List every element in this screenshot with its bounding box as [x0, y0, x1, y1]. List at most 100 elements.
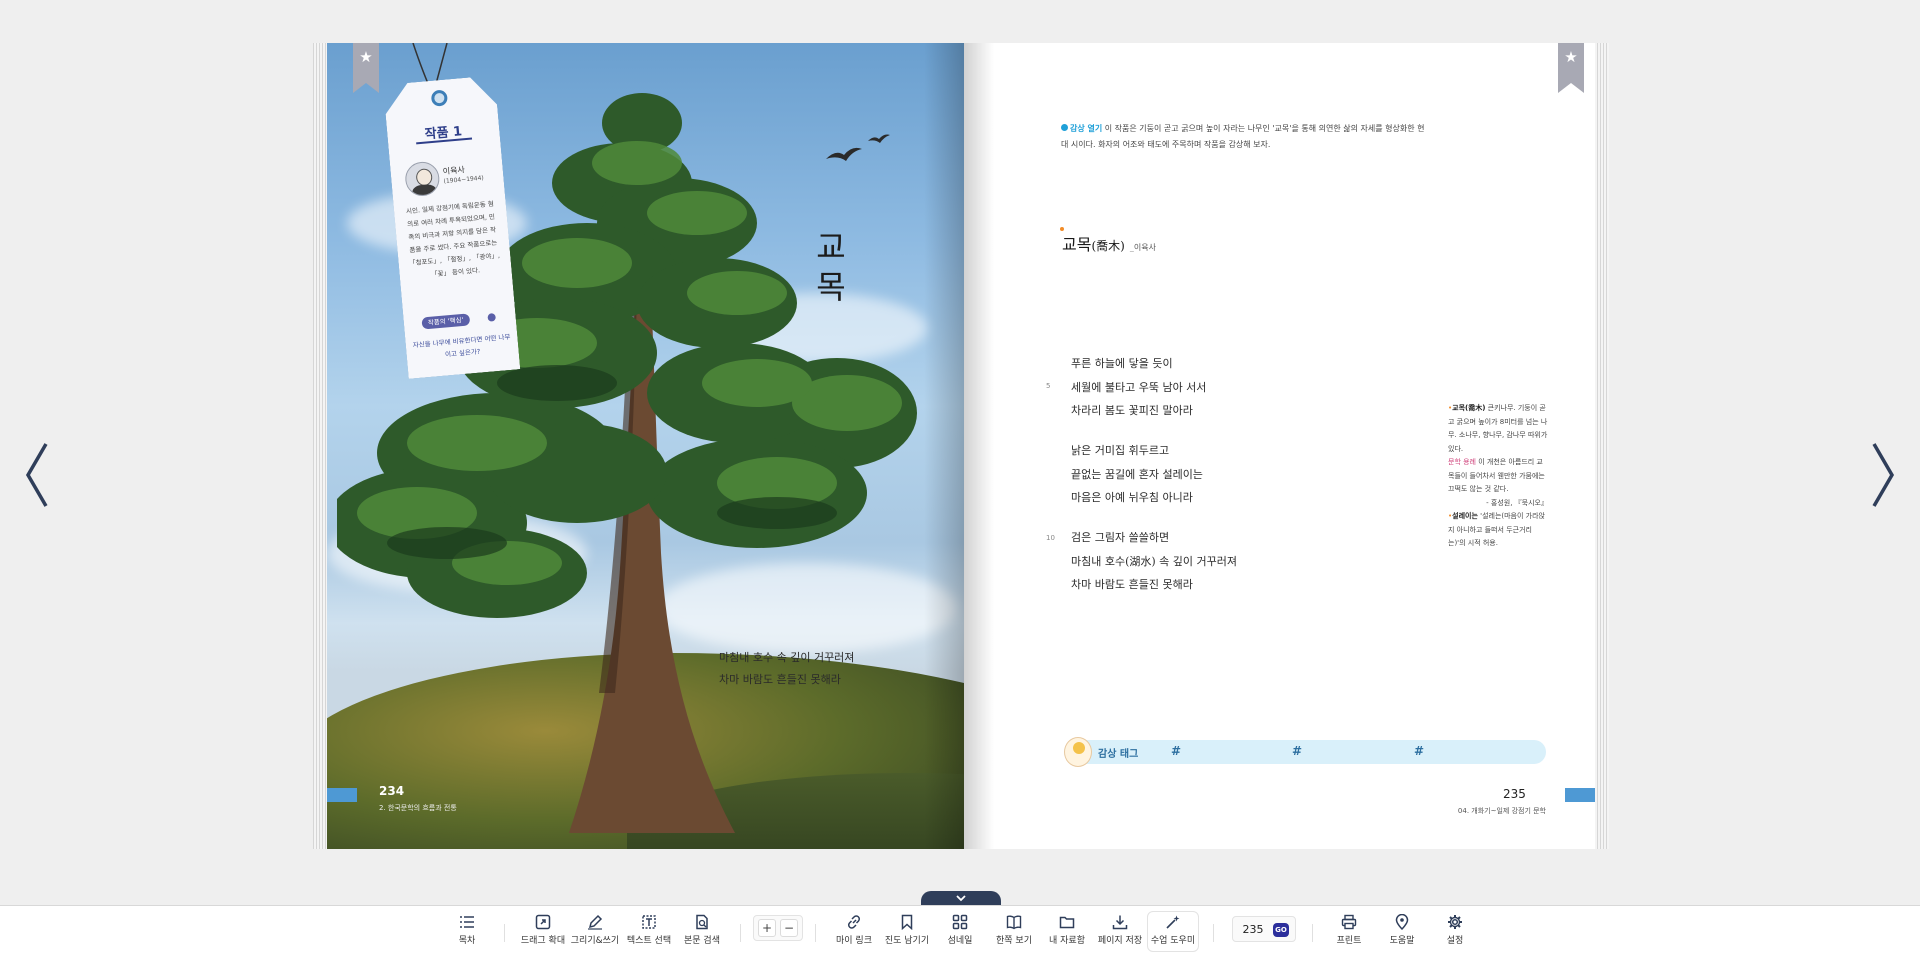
text-select-label: 텍스트 선택 [626, 936, 672, 946]
bookmark-icon [901, 914, 913, 930]
print-label: 프린트 [1336, 936, 1362, 946]
help-button[interactable]: 도움말 [1372, 914, 1432, 950]
poem-byline: _이육사 [1129, 243, 1157, 252]
page-edges-right [1595, 43, 1609, 849]
line-number: 5 [1046, 382, 1051, 390]
save-progress-button[interactable]: 진도 남기기 [877, 914, 937, 950]
poem-line: 마음은 아예 뉘우침 아니라 [1071, 491, 1193, 504]
my-link-button[interactable]: 마이 링크 [824, 914, 884, 950]
expand-icon [535, 914, 551, 930]
right-chapter-label: 04. 개화기~일제 강점기 문학 [1457, 807, 1546, 815]
poem-line: 끝없는 꿈길에 혼자 설레이는 [1071, 467, 1203, 481]
link-icon [848, 915, 860, 929]
line-number: 10 [1046, 534, 1055, 542]
drag-zoom-label: 드래그 확대 [520, 936, 566, 946]
bookmark-ribbon-left[interactable]: ★ [353, 43, 379, 93]
text-select-button[interactable]: 텍스트 선택 [619, 914, 679, 950]
left-page[interactable]: ★ 작품 1 이육사 (1904~1944) 시인. 일제 강점기에 독립운동 … [327, 43, 964, 849]
print-button[interactable]: 프린트 [1319, 914, 1379, 950]
text-select-icon [642, 915, 656, 929]
folder-icon [1059, 916, 1075, 929]
appreciation-tag-bar[interactable]: 감상 태그 # # # [1064, 737, 1546, 767]
hashtag-slot[interactable]: # [1414, 744, 1424, 758]
draw-write-button[interactable]: 그리기&쓰기 [565, 914, 625, 950]
poem-title-text: 교목 [1062, 235, 1092, 254]
my-materials-button[interactable]: 내 자료함 [1037, 914, 1097, 950]
page-edges-left [313, 43, 327, 849]
author-portrait [404, 161, 441, 198]
body-search-label: 본문 검색 [684, 936, 720, 946]
stanza-2: 낡은 거미집 휘두르고 끝없는 꿈길에 혼자 설레이는 마음은 아예 뉘우침 아… [1071, 439, 1203, 510]
poem-line: 푸른 하늘에 닿을 듯이 [1071, 357, 1173, 370]
thumbnail-button[interactable]: 섬네일 [930, 914, 990, 950]
save-page-label: 페이지 저장 [1097, 936, 1143, 946]
previous-page-button[interactable] [22, 440, 52, 510]
zoom-in-button[interactable]: + [758, 919, 776, 937]
help-label: 도움말 [1389, 936, 1415, 946]
excerpt-line: 차마 바람도 흔들진 못해라 [719, 673, 841, 686]
stanza-1: 푸른 하늘에 닿을 듯이 세월에 불타고 우뚝 남아 서서 차라리 봄도 꽃피진… [1071, 352, 1206, 423]
page-tab-left [327, 788, 357, 802]
settings-label: 설정 [1446, 936, 1464, 946]
intro-text: 이 작품은 기둥이 곧고 굵으며 높이 자라는 나무인 '교목'을 통해 의연한… [1061, 124, 1425, 149]
location-pin-icon [1395, 914, 1409, 930]
my-link-label: 마이 링크 [836, 936, 872, 946]
single-view-button[interactable]: 한쪽 보기 [984, 914, 1044, 950]
right-page[interactable]: ★ 감상 열기 이 작품은 기둥이 곧고 굵으며 높이 자라는 나무인 '교목'… [964, 43, 1595, 849]
page-jump-control: 235 GO [1232, 916, 1296, 942]
tag-hole [431, 89, 448, 106]
gutter-shadow [924, 43, 964, 849]
note-term: 문학 용례 [1448, 458, 1476, 466]
drag-zoom-button[interactable]: 드래그 확대 [513, 914, 573, 950]
birds-illustration [826, 134, 890, 161]
right-page-number: 235 [1503, 787, 1526, 801]
intro-badge: 감상 열기 [1070, 124, 1103, 133]
stanza-3: 검은 그림자 쓸쓸하면 마침내 호수(湖水) 속 깊이 거꾸러져 차마 바람도 … [1071, 526, 1237, 597]
note-term: 설레이는 [1452, 512, 1478, 520]
class-helper-button[interactable]: 수업 도우미 [1143, 914, 1203, 950]
star-icon: ★ [359, 48, 373, 66]
poem-line: 마침내 호수(湖水) 속 깊이 거꾸러져 [1071, 554, 1238, 568]
vertical-poem-title: 교 목 [816, 228, 846, 306]
bookmark-ribbon-right[interactable]: ★ [1558, 43, 1584, 93]
save-progress-label: 진도 남기기 [884, 936, 930, 946]
my-materials-label: 내 자료함 [1049, 936, 1085, 946]
toolbar-divider [740, 924, 741, 942]
poem-line: 세월에 불타고 우뚝 남아 서서 [1071, 380, 1207, 394]
page-number-input[interactable]: 235 [1239, 923, 1267, 936]
poem-line: 차마 바람도 흔들진 못해라 [1071, 578, 1193, 591]
toolbar-divider [1213, 924, 1214, 942]
save-page-button[interactable]: 페이지 저장 [1090, 914, 1150, 950]
tagbar-label: 감상 태그 [1098, 749, 1139, 760]
open-book-icon [1006, 915, 1022, 930]
chevron-left-icon [25, 443, 48, 507]
book-spread: ★ 작품 1 이육사 (1904~1944) 시인. 일제 강점기에 독립운동 … [313, 43, 1609, 849]
next-page-button[interactable] [1868, 440, 1898, 510]
toolbar-divider [504, 924, 505, 942]
hashtag-slot[interactable]: # [1292, 744, 1302, 758]
toc-button[interactable]: 목차 [437, 914, 497, 950]
toolbar-collapse-button[interactable] [921, 891, 1001, 905]
class-helper-label: 수업 도우미 [1150, 936, 1196, 946]
body-search-button[interactable]: 본문 검색 [672, 914, 732, 950]
student-avatar-icon [1064, 737, 1092, 767]
poem-excerpt: 마침내 호수 속 깊이 거꾸러져 차마 바람도 흔들진 못해라 [719, 647, 854, 691]
key-label: 작품의 '핵심' [421, 313, 469, 329]
settings-button[interactable]: 설정 [1425, 914, 1485, 950]
poem-title: 교목(喬木) _이육사 [1060, 227, 1157, 255]
intro-paragraph: 감상 열기 이 작품은 기둥이 곧고 굵으며 높이 자라는 나무인 '교목'을 … [1061, 121, 1431, 153]
note-2: 문학 용례 이 개천은 아름드리 교목들이 들어차서 웬만한 가뭄에는 끄떡도 … [1448, 456, 1548, 497]
go-button[interactable]: GO [1273, 923, 1289, 937]
poem-line: 검은 그림자 쓸쓸하면 [1071, 531, 1170, 544]
author-name: 이육사 [442, 165, 466, 177]
glossary-notes: •교목(喬木) 큰키나무. 기둥이 곧고 굵으며 높이가 8미터를 넘는 나무.… [1448, 402, 1548, 551]
tag-question: 자신을 나무에 비유한다면 어떤 나무이고 싶은가? [412, 332, 511, 359]
page-tab-right [1565, 788, 1595, 802]
note-3: •설레이는 '설레는(마음이 가라앉지 아니하고 들떠서 두근거리는)'의 시적… [1448, 512, 1545, 547]
zoom-out-button[interactable]: − [780, 919, 798, 937]
list-icon [460, 916, 474, 928]
chevron-down-icon [956, 895, 966, 902]
hashtag-slot[interactable]: # [1171, 744, 1181, 758]
note-term: 교목(喬木) [1452, 404, 1486, 412]
intro-dot-icon [1061, 124, 1068, 131]
